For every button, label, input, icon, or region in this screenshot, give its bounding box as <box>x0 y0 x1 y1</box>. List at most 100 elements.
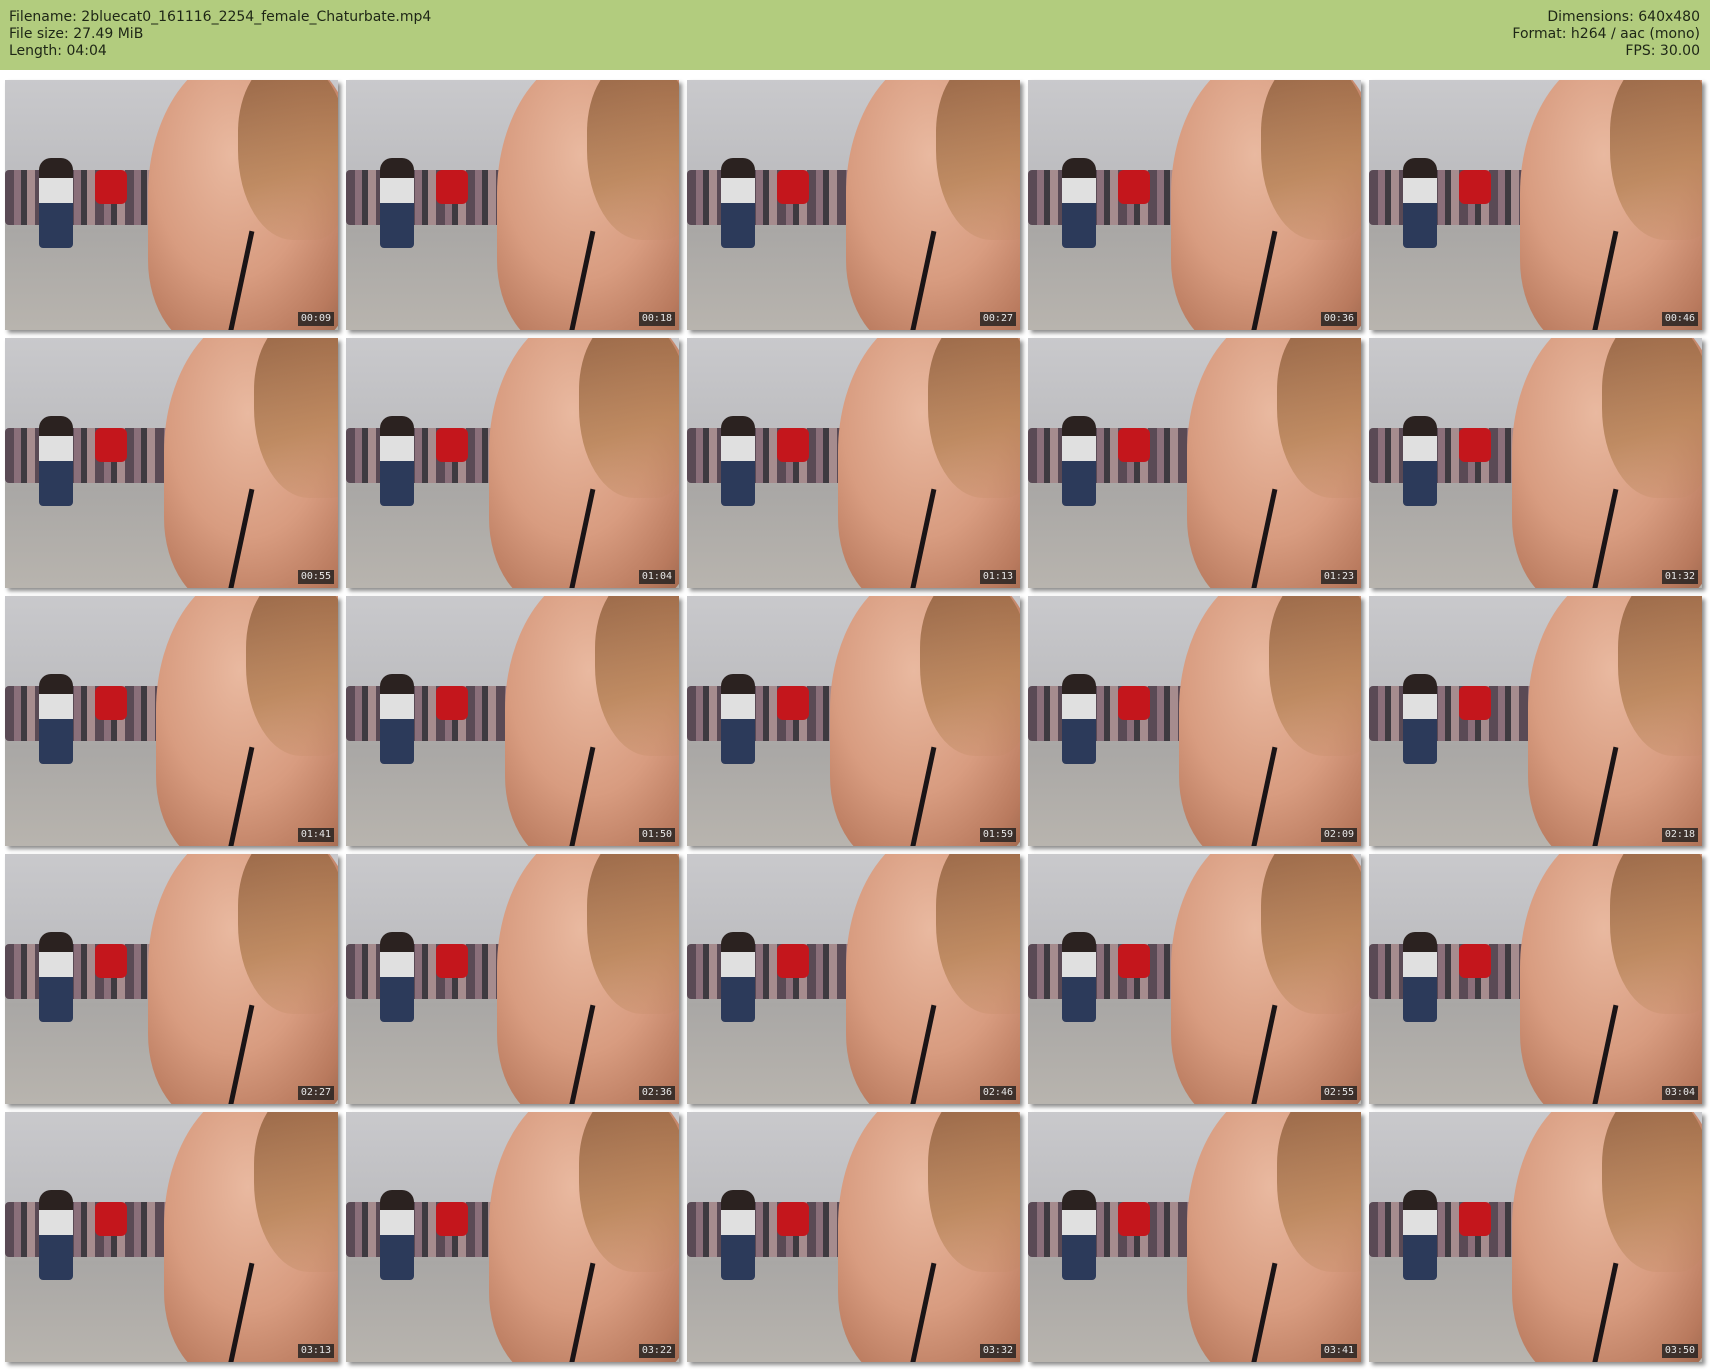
background-person <box>39 158 73 248</box>
background-person <box>1062 932 1096 1022</box>
timestamp-label: 01:59 <box>979 828 1016 842</box>
video-thumbnail[interactable]: 00:55 <box>5 338 338 588</box>
video-thumbnail[interactable]: 02:46 <box>687 854 1020 1104</box>
background-person <box>39 1190 73 1280</box>
red-pillow <box>1459 686 1491 720</box>
video-thumbnail[interactable]: 02:09 <box>1028 596 1361 846</box>
red-pillow <box>777 686 809 720</box>
red-pillow <box>95 428 127 462</box>
timestamp-label: 02:36 <box>638 1086 675 1100</box>
red-pillow <box>777 1202 809 1236</box>
video-thumbnail[interactable]: 02:27 <box>5 854 338 1104</box>
filename-label: Filename: 2bluecat0_161116_2254_female_C… <box>9 9 432 25</box>
video-thumbnail[interactable]: 03:22 <box>346 1112 679 1362</box>
red-pillow <box>1118 428 1150 462</box>
background-person <box>380 416 414 506</box>
background-person <box>1403 932 1437 1022</box>
video-thumbnail[interactable]: 01:41 <box>5 596 338 846</box>
timestamp-label: 03:13 <box>297 1344 334 1358</box>
timestamp-label: 02:46 <box>979 1086 1016 1100</box>
video-thumbnail[interactable]: 03:41 <box>1028 1112 1361 1362</box>
video-thumbnail[interactable]: 02:18 <box>1369 596 1702 846</box>
background-person <box>39 674 73 764</box>
red-pillow <box>1118 170 1150 204</box>
background-person <box>1062 674 1096 764</box>
timestamp-label: 00:27 <box>979 312 1016 326</box>
timestamp-label: 01:41 <box>297 828 334 842</box>
red-pillow <box>1459 428 1491 462</box>
background-person <box>380 932 414 1022</box>
video-thumbnail[interactable]: 02:36 <box>346 854 679 1104</box>
background-person <box>721 416 755 506</box>
red-pillow <box>436 944 468 978</box>
red-pillow <box>95 1202 127 1236</box>
video-thumbnail[interactable]: 01:13 <box>687 338 1020 588</box>
video-thumbnail[interactable]: 01:50 <box>346 596 679 846</box>
video-thumbnail[interactable]: 03:13 <box>5 1112 338 1362</box>
background-person <box>39 416 73 506</box>
red-pillow <box>1459 170 1491 204</box>
video-thumbnail[interactable]: 01:04 <box>346 338 679 588</box>
red-pillow <box>436 170 468 204</box>
background-person <box>1062 416 1096 506</box>
background-person <box>721 932 755 1022</box>
timestamp-label: 02:09 <box>1320 828 1357 842</box>
video-thumbnail[interactable]: 00:09 <box>5 80 338 330</box>
red-pillow <box>1118 944 1150 978</box>
background-person <box>39 932 73 1022</box>
timestamp-label: 00:55 <box>297 570 334 584</box>
background-person <box>721 1190 755 1280</box>
timestamp-label: 01:04 <box>638 570 675 584</box>
timestamp-label: 00:36 <box>1320 312 1357 326</box>
timestamp-label: 03:41 <box>1320 1344 1357 1358</box>
timestamp-label: 02:18 <box>1661 828 1698 842</box>
timestamp-label: 01:13 <box>979 570 1016 584</box>
red-pillow <box>1459 1202 1491 1236</box>
video-thumbnail[interactable]: 00:18 <box>346 80 679 330</box>
background-person <box>721 158 755 248</box>
red-pillow <box>777 170 809 204</box>
background-person <box>1062 1190 1096 1280</box>
red-pillow <box>436 428 468 462</box>
video-thumbnail[interactable]: 03:50 <box>1369 1112 1702 1362</box>
format-label: Format: h264 / aac (mono) <box>1512 26 1700 42</box>
background-person <box>380 158 414 248</box>
timestamp-label: 02:55 <box>1320 1086 1357 1100</box>
background-person <box>1403 416 1437 506</box>
video-thumbnail[interactable]: 01:23 <box>1028 338 1361 588</box>
fps-label: FPS: 30.00 <box>1625 43 1700 59</box>
video-thumbnail[interactable]: 00:46 <box>1369 80 1702 330</box>
video-thumbnail[interactable]: 00:36 <box>1028 80 1361 330</box>
video-thumbnail[interactable]: 03:32 <box>687 1112 1020 1362</box>
file-info-left: Filename: 2bluecat0_161116_2254_female_C… <box>9 9 431 60</box>
info-header: Filename: 2bluecat0_161116_2254_female_C… <box>0 0 1710 70</box>
background-person <box>1403 1190 1437 1280</box>
background-person <box>1062 158 1096 248</box>
background-person <box>1403 158 1437 248</box>
timestamp-label: 01:23 <box>1320 570 1357 584</box>
red-pillow <box>436 686 468 720</box>
timestamp-label: 03:22 <box>638 1344 675 1358</box>
timestamp-label: 01:32 <box>1661 570 1698 584</box>
timestamp-label: 00:09 <box>297 312 334 326</box>
red-pillow <box>1118 1202 1150 1236</box>
background-person <box>380 1190 414 1280</box>
timestamp-label: 03:04 <box>1661 1086 1698 1100</box>
timestamp-label: 00:18 <box>638 312 675 326</box>
video-thumbnail[interactable]: 03:04 <box>1369 854 1702 1104</box>
red-pillow <box>95 686 127 720</box>
background-person <box>721 674 755 764</box>
video-thumbnail[interactable]: 00:27 <box>687 80 1020 330</box>
red-pillow <box>95 170 127 204</box>
video-thumbnail[interactable]: 01:32 <box>1369 338 1702 588</box>
dimensions-label: Dimensions: 640x480 <box>1547 9 1700 25</box>
red-pillow <box>777 944 809 978</box>
red-pillow <box>777 428 809 462</box>
timestamp-label: 00:46 <box>1661 312 1698 326</box>
length-label: Length: 04:04 <box>9 43 107 59</box>
file-info-right: Dimensions: 640x480 Format: h264 / aac (… <box>1512 9 1700 60</box>
video-thumbnail[interactable]: 01:59 <box>687 596 1020 846</box>
video-thumbnail[interactable]: 02:55 <box>1028 854 1361 1104</box>
timestamp-label: 01:50 <box>638 828 675 842</box>
file-size-label: File size: 27.49 MiB <box>9 26 144 42</box>
